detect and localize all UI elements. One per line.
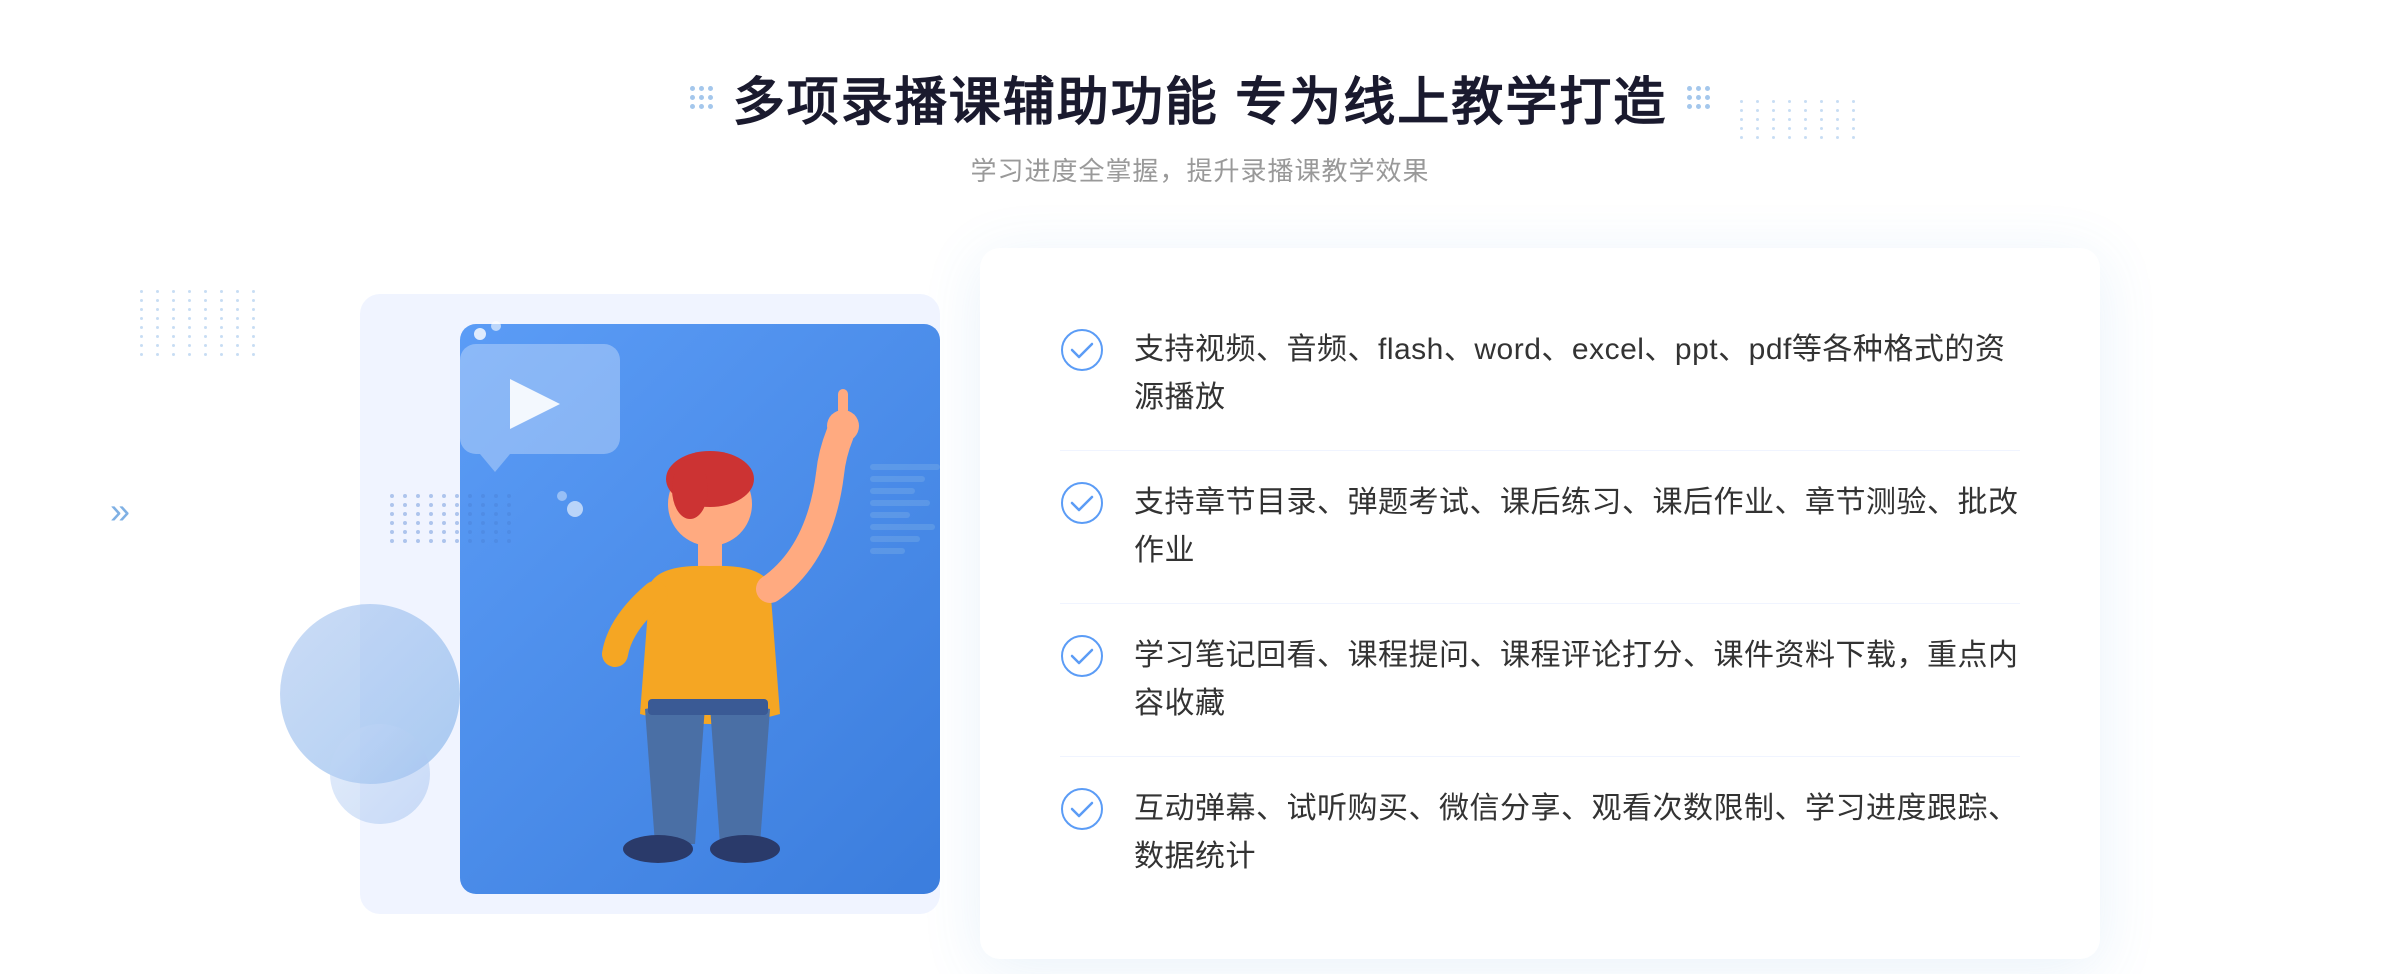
check-circle-icon-1: [1060, 328, 1104, 372]
feature-text-3: 学习笔记回看、课程提问、课程评论打分、课件资料下载，重点内容收藏: [1134, 632, 2020, 728]
decoration-dots-left: [140, 290, 260, 410]
check-icon-3: [1060, 634, 1104, 678]
chevron-decoration: »: [110, 490, 130, 532]
feature-item-4: 互动弹幕、试听购买、微信分享、观看次数限制、学习进度跟踪、数据统计: [1060, 757, 2020, 909]
check-icon-1: [1060, 328, 1104, 372]
check-circle-icon-4: [1060, 787, 1104, 831]
page-subtitle: 学习进度全掌握，提升录播课教学效果: [690, 151, 1710, 188]
check-circle-icon-3: [1060, 634, 1104, 678]
feature-item-2: 支持章节目录、弹题考试、课后练习、课后作业、章节测验、批改作业: [1060, 451, 2020, 604]
feature-text-1: 支持视频、音频、flash、word、excel、ppt、pdf等各种格式的资源…: [1134, 326, 2020, 422]
check-circle-icon-2: [1060, 481, 1104, 525]
header-dot-left: [690, 86, 713, 109]
page-header: 多项录播课辅助功能 专为线上教学打造 学习进度全掌握，提升录播课教学效果: [690, 60, 1710, 188]
decoration-dots-right: [1740, 100, 1820, 180]
features-panel: 支持视频、音频、flash、word、excel、ppt、pdf等各种格式的资源…: [980, 248, 2100, 959]
header-dot-right: [1687, 86, 1710, 109]
page-container: » 多项录播课辅助功能 专为线上教学打造 学习进度全掌握，提升录播课教学效果: [0, 0, 2400, 974]
character-illustration: [400, 314, 920, 914]
check-icon-4: [1060, 787, 1104, 831]
feature-text-2: 支持章节目录、弹题考试、课后练习、课后作业、章节测验、批改作业: [1134, 479, 2020, 575]
main-content: 支持视频、音频、flash、word、excel、ppt、pdf等各种格式的资源…: [300, 248, 2100, 959]
illustration-area: [300, 264, 980, 944]
page-title: 多项录播课辅助功能 专为线上教学打造: [733, 60, 1667, 135]
feature-item-1: 支持视频、音频、flash、word、excel、ppt、pdf等各种格式的资源…: [1060, 298, 2020, 451]
check-icon-2: [1060, 481, 1104, 525]
feature-text-4: 互动弹幕、试听购买、微信分享、观看次数限制、学习进度跟踪、数据统计: [1134, 785, 2020, 881]
feature-item-3: 学习笔记回看、课程提问、课程评论打分、课件资料下载，重点内容收藏: [1060, 604, 2020, 757]
